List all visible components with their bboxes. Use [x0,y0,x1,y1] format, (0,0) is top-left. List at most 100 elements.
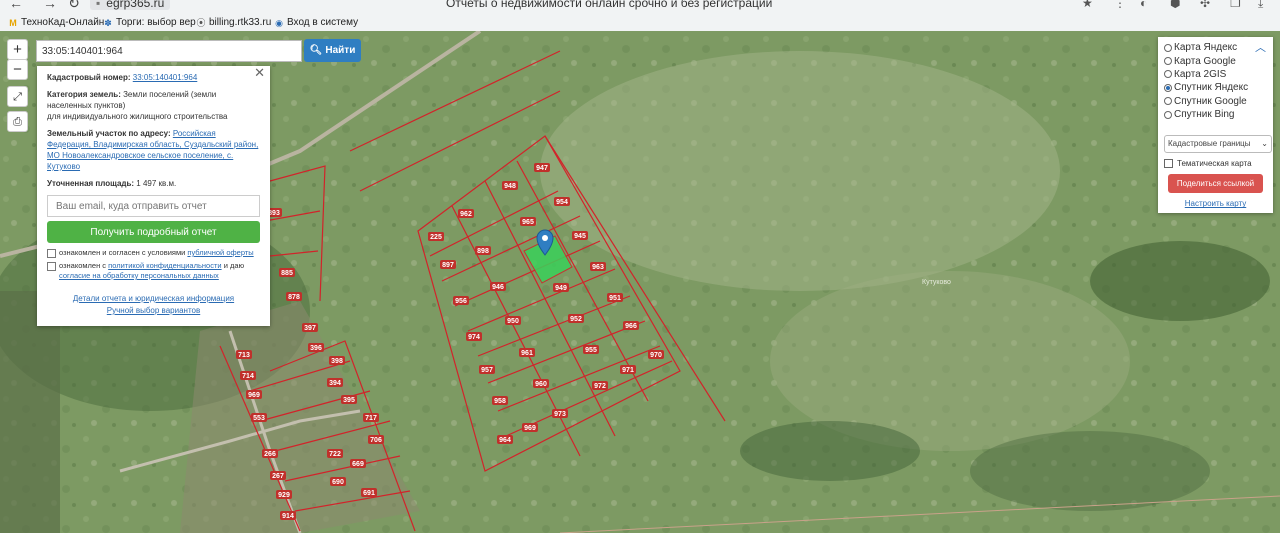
parcel-label[interactable]: 972 [592,381,608,390]
parcel-label[interactable]: 961 [519,348,535,357]
thematic-map-toggle[interactable]: Тематическая карта [1164,159,1267,169]
parcel-label[interactable]: 669 [350,459,366,468]
extension-icon[interactable]: ◐ [1140,0,1147,10]
report-details-link[interactable]: Детали отчета и юридическая информация [73,294,234,303]
parcel-label[interactable]: 963 [590,262,606,271]
privacy-consent[interactable]: ознакомлен с политикой конфиденциальност… [47,261,260,281]
radio-button-selected[interactable] [1164,83,1172,92]
personal-data-link[interactable]: согласие на обработку персональных данны… [59,271,219,280]
parcel-label[interactable]: 964 [497,435,513,444]
address-bar[interactable]: ▪ egrp365.ru [90,0,171,10]
parcel-label[interactable]: 945 [572,231,588,240]
parcel-label[interactable]: 949 [553,283,569,292]
layer-option-yandex-map[interactable]: Карта Яндекс [1164,41,1267,54]
parcel-label[interactable]: 394 [327,378,343,387]
parcel-label[interactable]: 955 [583,345,599,354]
parcel-label[interactable]: 398 [329,356,345,365]
bookmark-torgi[interactable]: ✽ Торги: выбор вер [103,15,195,31]
layer-option-yandex-satellite[interactable]: Спутник Яндекс [1164,81,1267,94]
parcel-label[interactable]: 952 [568,314,584,323]
parcel-label[interactable]: 956 [453,296,469,305]
offer-consent[interactable]: ознакомлен и согласен с условиями публич… [47,248,260,258]
offer-link[interactable]: публичной оферты [187,248,253,257]
parcel-label[interactable]: 947 [534,163,550,172]
parcel-label[interactable]: 885 [279,268,295,277]
parcel-label[interactable]: 717 [363,413,379,422]
parcel-label[interactable]: 970 [648,350,664,359]
parcel-label[interactable]: 960 [533,379,549,388]
layer-option-google-map[interactable]: Карта Google [1164,54,1267,67]
menu-dots-icon[interactable]: ⋮ [1114,0,1126,10]
radio-button[interactable] [1164,57,1172,66]
back-icon[interactable]: ← [6,0,26,10]
parcel-label[interactable]: 713 [236,350,252,359]
download-icon[interactable]: ⤓ [1258,0,1263,10]
parcel-label[interactable]: 969 [246,390,262,399]
parcel-label[interactable]: 553 [251,413,267,422]
parcel-label[interactable]: 951 [607,293,623,302]
print-icon[interactable]: ⎙ [7,111,28,132]
zoom-out-button[interactable]: − [7,59,28,80]
parcel-label[interactable]: 958 [492,396,508,405]
parcel-label[interactable]: 965 [520,217,536,226]
parcel-label[interactable]: 396 [308,343,324,352]
manual-select-link[interactable]: Ручной выбор вариантов [107,306,200,315]
parcel-label[interactable]: 706 [368,435,384,444]
parcel-label[interactable]: 898 [475,246,491,255]
search-button[interactable]: 🔍︎ Найти [304,39,361,62]
parcel-label[interactable]: 948 [502,181,518,190]
bookmark-star-icon[interactable]: ★ [1082,0,1093,10]
setup-map-link[interactable]: Настроить карту [1185,199,1246,208]
parcel-label[interactable]: 950 [505,316,521,325]
layer-option-bing-satellite[interactable]: Спутник Bing [1164,108,1267,121]
parcel-label[interactable]: 267 [270,471,286,480]
parcel-label[interactable]: 971 [620,365,636,374]
cadastral-number-link[interactable]: 33:05:140401:964 [133,73,198,82]
parcel-label[interactable]: 946 [490,282,506,291]
radio-button[interactable] [1164,97,1172,106]
forward-icon[interactable]: → [40,0,60,10]
parcel-label[interactable]: 397 [302,323,318,332]
layer-option-google-satellite[interactable]: Спутник Google [1164,95,1267,108]
parcel-label[interactable]: 225 [428,232,444,241]
parcel-label[interactable]: 962 [458,209,474,218]
fullscreen-icon[interactable]: ⤢ [7,86,28,107]
overlay-select[interactable]: Кадастровые границы ⌄ [1164,135,1272,154]
privacy-link[interactable]: политикой конфиденциальности [108,261,221,270]
shield-icon[interactable]: ⬢ [1170,0,1180,10]
parcel-label[interactable]: 722 [327,449,343,458]
search-input[interactable] [36,40,302,62]
close-icon[interactable]: ✕ [254,66,265,79]
bookmark-billing[interactable]: ⦿ billing.rtk33.ru [196,15,271,31]
tabs-icon[interactable]: ❐ [1230,0,1241,10]
parcel-label[interactable]: 878 [286,292,302,301]
thematic-checkbox[interactable] [1164,159,1173,169]
get-report-button[interactable]: Получить подробный отчет [47,221,260,243]
radio-button[interactable] [1164,70,1172,79]
parcel-label[interactable]: 914 [280,511,296,520]
parcel-label[interactable]: 966 [623,321,639,330]
parcel-label[interactable]: 714 [240,371,256,380]
parcel-label[interactable]: 266 [262,449,278,458]
radio-button[interactable] [1164,43,1172,52]
email-field[interactable] [47,195,260,217]
puzzle-icon[interactable]: ✣ [1200,0,1210,10]
layer-option-2gis-map[interactable]: Карта 2GIS [1164,68,1267,81]
parcel-label[interactable]: 957 [479,365,495,374]
parcel-label[interactable]: 691 [361,488,377,497]
parcel-label[interactable]: 969 [522,423,538,432]
parcel-label[interactable]: 929 [276,490,292,499]
parcel-label[interactable]: 974 [466,332,482,341]
parcel-label[interactable]: 395 [341,395,357,404]
privacy-checkbox[interactable] [47,262,56,271]
collapse-chevron-icon[interactable]: ︿ [1255,39,1266,55]
radio-button[interactable] [1164,110,1172,119]
share-link-button[interactable]: Поделиться ссылкой [1168,174,1263,194]
reload-icon[interactable]: ↻ [64,0,84,10]
bookmark-tehnokad[interactable]: M ТехноКад-Онлайн [8,15,104,31]
parcel-label[interactable]: 954 [554,197,570,206]
bookmark-login[interactable]: ◉ Вход в систему [274,15,358,31]
offer-checkbox[interactable] [47,249,56,258]
parcel-label[interactable]: 973 [552,409,568,418]
parcel-label[interactable]: 897 [440,260,456,269]
